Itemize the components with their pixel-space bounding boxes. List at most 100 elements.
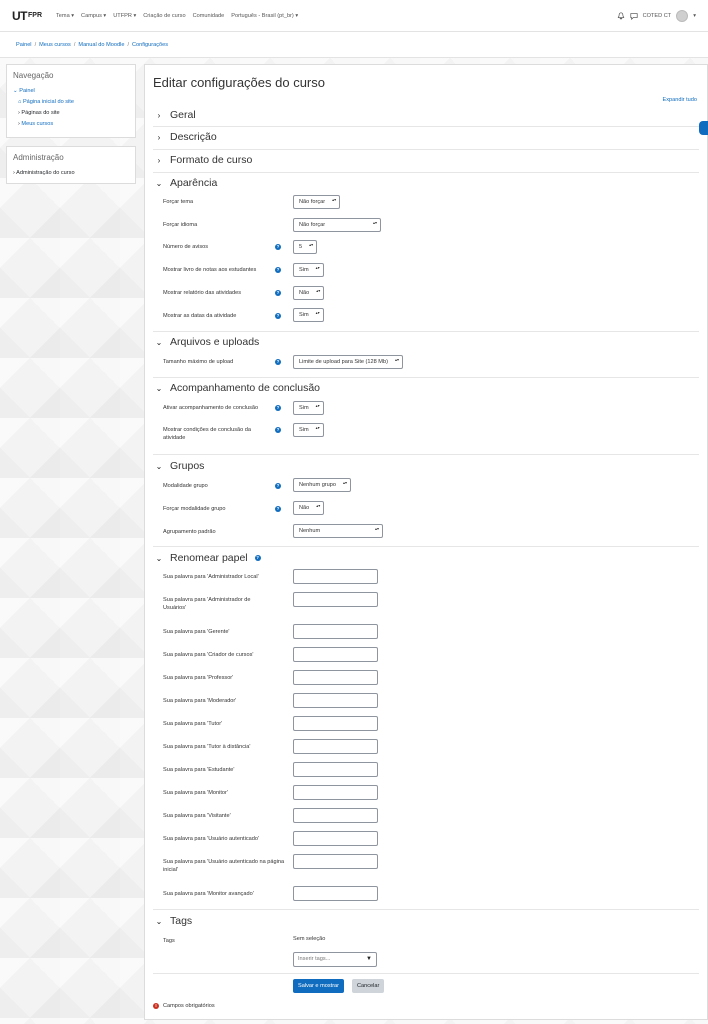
rename-label: Sua palavra para 'Administrador Local' [163, 574, 259, 580]
select-condicoes-conclusao[interactable]: Sim [293, 423, 324, 437]
rename-input-tutor-distancia[interactable] [293, 739, 378, 754]
chevron-down-icon[interactable]: ▾ [693, 13, 696, 19]
menu-campus[interactable]: Campus ▾ [81, 13, 106, 19]
rename-input-monitor[interactable] [293, 785, 378, 800]
rename-label: Sua palavra para 'Monitor avançado' [163, 891, 254, 897]
admin-item-course[interactable]: › Administração do curso [13, 168, 129, 179]
select-datas[interactable]: Sim [293, 308, 324, 322]
rename-input-monitor-avancado[interactable] [293, 886, 378, 901]
rename-input-admin-local[interactable] [293, 569, 378, 584]
rename-label: Sua palavra para 'Estudante' [163, 767, 235, 773]
section-tags[interactable]: ⌄ Tags [155, 915, 193, 927]
user-name[interactable]: COTED CT [643, 13, 672, 19]
select-ativar-conclusao[interactable]: Sim [293, 401, 324, 415]
bell-icon[interactable] [617, 11, 625, 20]
help-icon[interactable]: ? [275, 506, 281, 512]
menu-utfpr[interactable]: UTFPR ▾ [113, 13, 136, 19]
chat-bubble-icon[interactable] [630, 12, 638, 20]
section-arquivos[interactable]: ⌄ Arquivos e uploads [155, 336, 260, 348]
help-icon[interactable]: ? [275, 359, 281, 365]
divider [153, 909, 699, 910]
rename-input-professor[interactable] [293, 670, 378, 685]
save-button[interactable]: Salvar e mostrar [293, 979, 345, 993]
nav-item-my-courses[interactable]: › Meus cursos [13, 119, 129, 130]
section-descricao[interactable]: › Descrição [155, 131, 217, 143]
chevron-down-icon: ⌄ [155, 916, 163, 926]
section-title: Grupos [170, 460, 205, 472]
nav-item-home[interactable]: ⌂ Página inicial do site [13, 97, 129, 108]
select-agrupamento[interactable]: Nenhum [293, 524, 383, 538]
nav-link[interactable]: Painel [19, 88, 35, 94]
chevron-right-icon: › [157, 110, 161, 120]
rename-input-estudante[interactable] [293, 762, 378, 777]
select-relatorio[interactable]: Não [293, 286, 325, 300]
menu-criacao-curso[interactable]: Criação de curso [143, 13, 185, 19]
help-icon[interactable]: ? [275, 483, 281, 489]
divider [153, 454, 699, 455]
select-upload[interactable]: Limite de upload para Site (128 Mb) [293, 355, 403, 369]
rename-input-gerente[interactable] [293, 624, 378, 639]
select-forcar-idioma[interactable]: Não forçar [293, 218, 381, 232]
breadcrumb-configuracoes[interactable]: Configurações [132, 42, 168, 48]
chevron-right-icon: › [157, 132, 161, 142]
select-num-avisos[interactable]: 5 [293, 240, 318, 254]
section-title: Tags [170, 915, 193, 927]
divider [153, 149, 699, 150]
chevron-down-icon: ⌄ [155, 178, 163, 188]
nav-item-site-pages[interactable]: › Páginas do site [13, 108, 129, 119]
tags-input[interactable]: Inserir tags... ▼ [293, 952, 377, 967]
select-livro-notas[interactable]: Sim [293, 263, 324, 277]
menu-comunidade[interactable]: Comunidade [193, 13, 225, 19]
rename-input-admin-usuarios[interactable] [293, 592, 378, 607]
section-title: Renomear papel [170, 552, 248, 564]
rename-input-usuario-autenticado[interactable] [293, 831, 378, 846]
drawer-toggle-tab[interactable] [699, 121, 708, 135]
rename-label: Sua palavra para 'Professor' [163, 675, 234, 681]
help-icon[interactable]: ? [275, 405, 281, 411]
divider [153, 331, 699, 332]
menu-language[interactable]: Português - Brasil (pt_br) ▾ [231, 13, 298, 19]
breadcrumb-manual-moodle[interactable]: Manual do Moodle [78, 42, 124, 48]
section-grupos[interactable]: ⌄ Grupos [155, 460, 205, 472]
select-forcar-tema[interactable]: Não forçar [293, 195, 341, 209]
label-relatorio: Mostrar relatório das atividades [163, 290, 242, 296]
select-forcar-modalidade[interactable]: Não [293, 501, 325, 515]
rename-input-visitante[interactable] [293, 808, 378, 823]
help-icon[interactable]: ? [275, 313, 281, 319]
help-icon[interactable]: ? [275, 290, 281, 296]
nav-item-painel[interactable]: ⌄ Painel [13, 86, 129, 97]
breadcrumb-meus-cursos[interactable]: Meus cursos [39, 42, 71, 48]
utfpr-logo[interactable]: UT FPR [12, 9, 42, 23]
expand-all-link[interactable]: Expandir tudo [662, 97, 697, 103]
help-icon[interactable]: ? [254, 555, 261, 561]
section-conclusao[interactable]: ⌄ Acompanhamento de conclusão [155, 382, 320, 394]
nav-label: Páginas do site [21, 110, 60, 116]
help-icon[interactable]: ? [275, 427, 281, 433]
required-text: Campos obrigatórios [163, 1003, 215, 1009]
select-modalidade-grupo[interactable]: Nenhum grupo [293, 478, 352, 492]
rename-label: Sua palavra para 'Usuário autenticado' [163, 836, 260, 842]
rename-label: Sua palavra para 'Criador de cursos' [163, 652, 254, 658]
cancel-button[interactable]: Cancelar [352, 979, 385, 993]
breadcrumb-painel[interactable]: Painel [16, 42, 32, 48]
section-geral[interactable]: › Geral [155, 109, 196, 121]
nav-link[interactable]: Página inicial do site [23, 99, 74, 105]
menu-tema[interactable]: Tema ▾ [56, 13, 74, 19]
rename-input-criador-cursos[interactable] [293, 647, 378, 662]
rename-label: Sua palavra para 'Moderador' [163, 698, 237, 704]
rename-input-tutor[interactable] [293, 716, 378, 731]
avatar[interactable] [676, 9, 689, 22]
breadcrumb: Painel / Meus cursos / Manual do Moodle … [0, 32, 708, 58]
section-title: Descrição [170, 131, 217, 143]
help-icon[interactable]: ? [275, 267, 281, 273]
nav-link[interactable]: Meus cursos [21, 121, 53, 127]
rename-input-moderador[interactable] [293, 693, 378, 708]
label-forcar-modalidade: Forçar modalidade grupo [163, 506, 226, 512]
help-icon[interactable]: ? [275, 244, 281, 250]
rename-label: Sua palavra para 'Monitor' [163, 790, 228, 796]
rename-input-usuario-pagina-inicial[interactable] [293, 854, 378, 869]
admin-label: Administração do curso [16, 170, 75, 176]
section-aparencia[interactable]: ⌄ Aparência [155, 177, 218, 189]
section-renomear[interactable]: ⌄ Renomear papel? [155, 552, 261, 564]
section-formato[interactable]: › Formato de curso [155, 154, 253, 166]
